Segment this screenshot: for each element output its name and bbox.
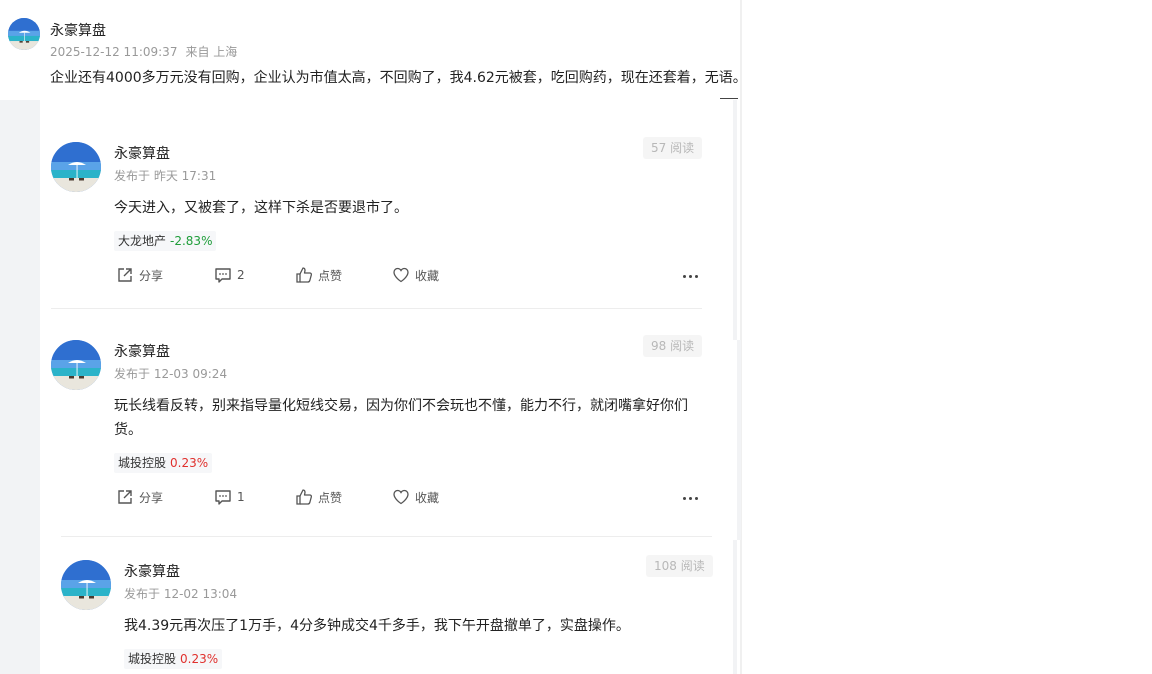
author-name[interactable]: 永豪算盘 — [114, 341, 170, 361]
thumbs-up-icon — [295, 266, 313, 284]
view-count-badge: 98 阅读 — [643, 335, 703, 357]
view-count-badge: 57 阅读 — [643, 137, 703, 159]
like-label: 点赞 — [318, 490, 343, 505]
divider — [720, 98, 738, 99]
stock-change: 0.23% — [180, 652, 219, 666]
page-edge — [740, 0, 742, 674]
comment-icon — [214, 488, 232, 506]
like-button[interactable]: 点赞 — [295, 266, 342, 284]
avatar[interactable] — [61, 560, 111, 610]
heart-icon — [392, 266, 410, 284]
stock-change: 0.23% — [170, 456, 209, 470]
stock-change: -2.83% — [170, 234, 213, 248]
stock-name: 城投控股 — [128, 652, 177, 666]
view-count-badge: 108 阅读 — [646, 555, 713, 577]
post-divider — [51, 308, 702, 309]
action-bar: 分享 2 点赞 收藏 — [116, 266, 702, 288]
stock-tag[interactable]: 城投控股 0.23% — [124, 649, 223, 669]
comment-button[interactable]: 2 — [214, 266, 245, 284]
comment-button[interactable]: 1 — [214, 488, 245, 506]
comment-count: 1 — [237, 490, 245, 504]
more-options-button[interactable] — [680, 488, 700, 508]
post-time: 发布于 昨天 17:31 — [114, 169, 217, 183]
post-time: 发布于 12-02 13:04 — [124, 587, 238, 601]
author-name[interactable]: 永豪算盘 — [50, 20, 106, 40]
favorite-label: 收藏 — [415, 490, 440, 505]
author-name[interactable]: 永豪算盘 — [114, 143, 170, 163]
share-button[interactable]: 分享 — [116, 266, 163, 284]
favorite-button[interactable]: 收藏 — [392, 266, 439, 284]
post-meta: 2025-12-12 11:09:37 来自 上海 — [50, 43, 237, 60]
action-bar: 分享 1 点赞 收藏 — [116, 488, 702, 510]
post-content[interactable]: 今天进入，又被套了，这样下杀是否要退市了。 — [114, 196, 704, 220]
stock-name: 大龙地产 — [118, 234, 167, 248]
stock-tag[interactable]: 大龙地产 -2.83% — [114, 231, 217, 251]
post-divider — [61, 536, 712, 537]
avatar[interactable] — [51, 142, 101, 192]
stock-name: 城投控股 — [118, 456, 167, 470]
share-icon — [116, 488, 134, 506]
post-time: 发布于 12-03 09:24 — [114, 367, 228, 381]
comment-count: 2 — [237, 268, 245, 282]
more-options-button[interactable] — [680, 266, 700, 286]
post-time: 2025-12-12 11:09:37 — [50, 45, 178, 59]
stock-tag[interactable]: 城投控股 0.23% — [114, 453, 213, 473]
share-icon — [116, 266, 134, 284]
share-label: 分享 — [139, 268, 164, 283]
avatar[interactable] — [8, 18, 40, 50]
favorite-button[interactable]: 收藏 — [392, 488, 439, 506]
thumbs-up-icon — [295, 488, 313, 506]
heart-icon — [392, 488, 410, 506]
post-content[interactable]: 玩长线看反转，别来指导量化短线交易，因为你们不会玩也不懂，能力不行，就闭嘴拿好你… — [114, 394, 708, 442]
avatar[interactable] — [51, 340, 101, 390]
scrollbar-track[interactable] — [733, 100, 737, 340]
post-content[interactable]: 我4.39元再次压了1万手，4分多钟成交4千多手，我下午开盘撤单了，实盘操作。 — [124, 614, 714, 638]
scrollbar-track[interactable] — [733, 540, 737, 674]
share-label: 分享 — [139, 490, 164, 505]
page-background — [0, 0, 40, 674]
like-label: 点赞 — [318, 268, 343, 283]
share-button[interactable]: 分享 — [116, 488, 163, 506]
author-name[interactable]: 永豪算盘 — [124, 561, 180, 581]
comment-icon — [214, 266, 232, 284]
favorite-label: 收藏 — [415, 268, 440, 283]
scrollbar-track[interactable] — [737, 340, 741, 540]
like-button[interactable]: 点赞 — [295, 488, 342, 506]
post-source: 来自 上海 — [185, 45, 238, 59]
post-content: 企业还有4000多万元没有回购，企业认为市值太高，不回购了，我4.62元被套，吃… — [50, 70, 747, 86]
